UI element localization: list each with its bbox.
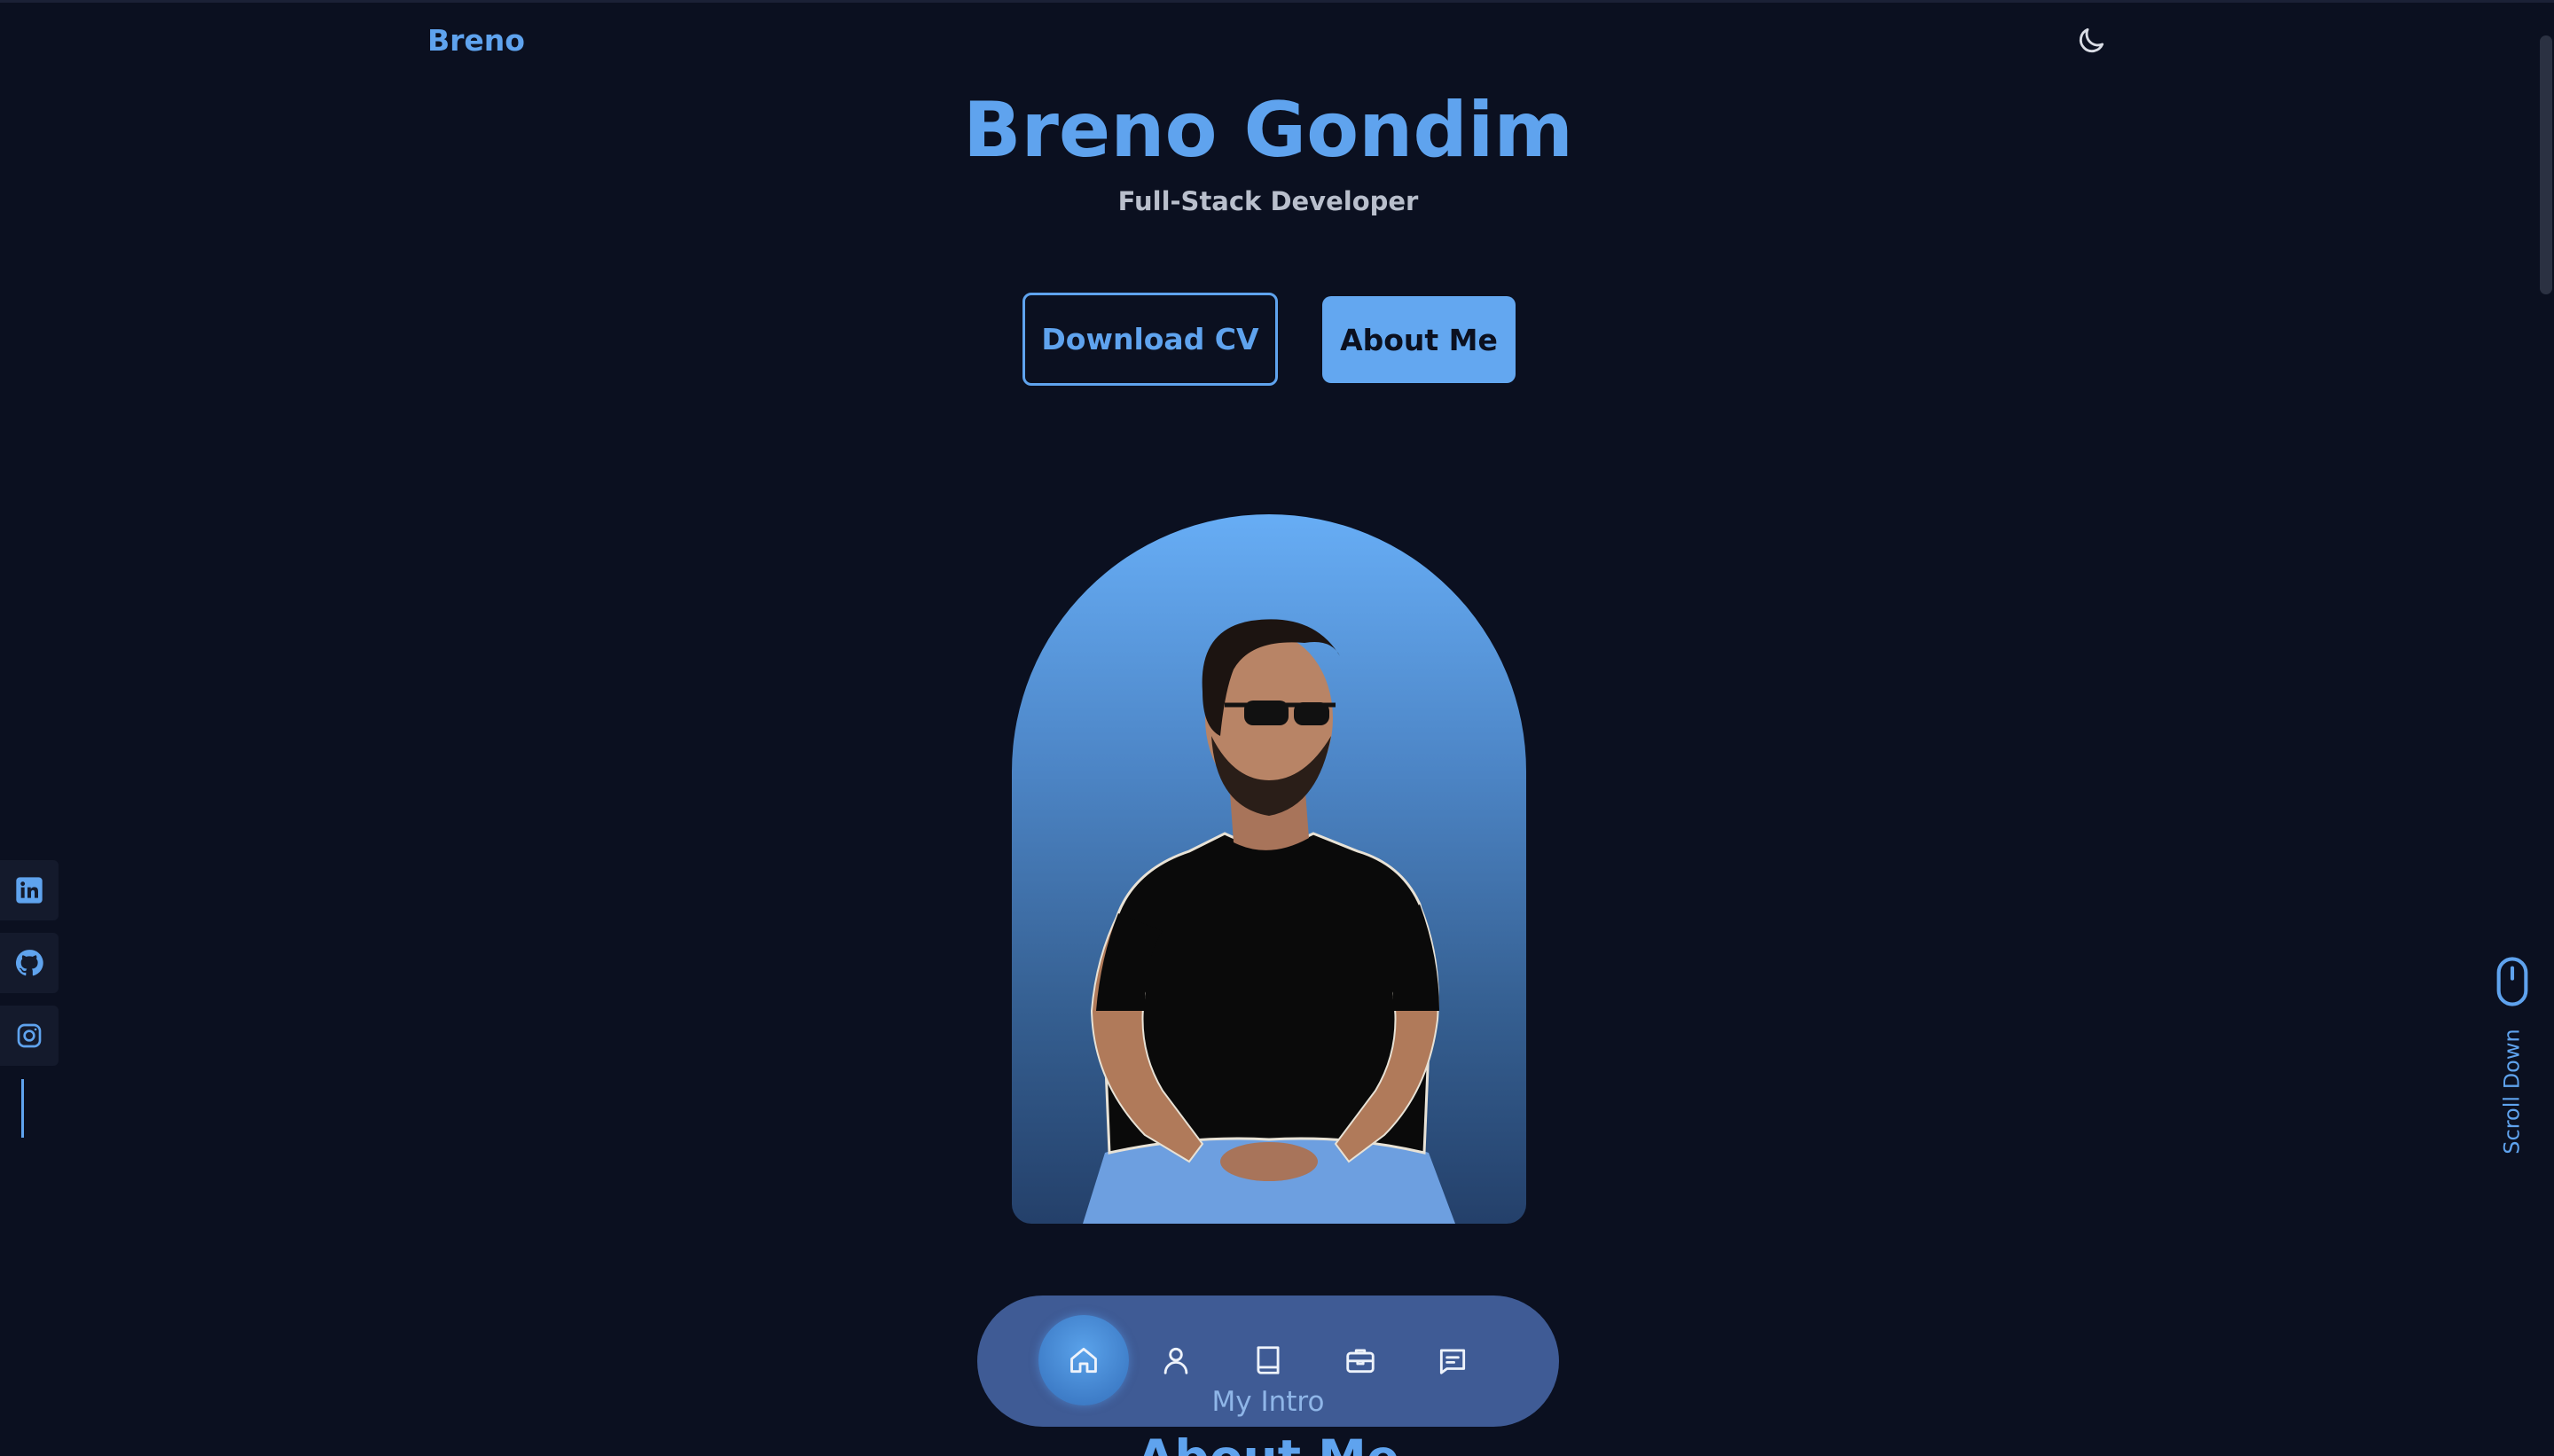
scroll-down-label: Scroll Down — [2500, 1029, 2526, 1155]
logo[interactable]: Breno — [427, 20, 525, 62]
instagram-link[interactable] — [0, 1006, 59, 1066]
profile-portrait — [1012, 514, 1526, 1224]
about-me-button[interactable]: About Me — [1322, 296, 1516, 383]
hero-role: Full-Stack Developer — [1117, 186, 1419, 216]
about-section-title: About Me — [0, 1422, 2536, 1456]
home-icon — [1070, 1347, 1097, 1374]
person-silhouette — [1083, 619, 1455, 1224]
social-divider-line — [21, 1079, 24, 1138]
bottom-nav: My Intro — [977, 1296, 1559, 1427]
mouse-icon — [2496, 957, 2528, 1006]
instagram-icon — [17, 1023, 42, 1048]
hero-name: Breno Gondim — [962, 86, 1574, 175]
social-links — [0, 860, 59, 1066]
nav-caption: My Intro — [1211, 1386, 1325, 1418]
message-icon — [1439, 1349, 1466, 1374]
book-icon — [1257, 1346, 1280, 1374]
page: Breno Breno Gondim Full-Stack Developer … — [0, 0, 2554, 1456]
github-icon — [15, 950, 43, 976]
briefcase-icon — [1346, 1349, 1375, 1374]
download-cv-button[interactable]: Download CV — [1022, 293, 1278, 386]
github-link[interactable] — [0, 933, 59, 993]
moon-icon — [2079, 27, 2104, 53]
linkedin-link[interactable] — [0, 860, 59, 920]
theme-toggle-button[interactable] — [2072, 21, 2111, 60]
user-icon — [1163, 1347, 1188, 1374]
linkedin-icon — [16, 877, 43, 904]
scroll-down-label-wrap: Scroll Down — [2490, 1025, 2534, 1158]
top-border — [0, 0, 2554, 3]
scrollbar-thumb[interactable] — [2540, 35, 2552, 294]
